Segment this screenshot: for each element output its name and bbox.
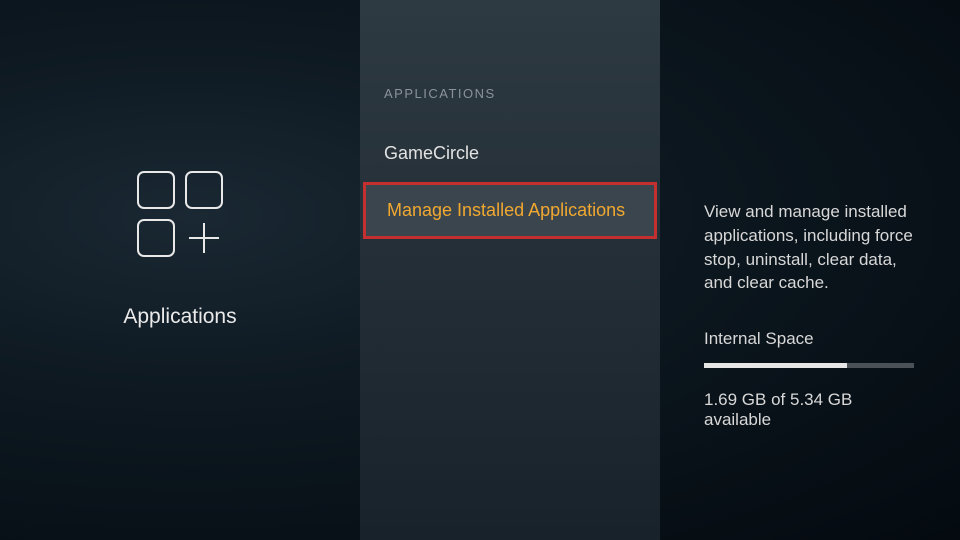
icon-row — [137, 219, 223, 257]
menu-description: View and manage installed applications, … — [704, 200, 920, 295]
section-header: APPLICATIONS — [360, 86, 660, 125]
category-pane: Applications — [0, 0, 360, 540]
storage-progress-fill — [704, 363, 847, 368]
square-icon — [137, 219, 175, 257]
square-icon — [137, 171, 175, 209]
applications-icon — [137, 171, 223, 257]
icon-row — [137, 171, 223, 209]
square-icon — [185, 171, 223, 209]
plus-icon — [185, 219, 223, 257]
menu-pane: APPLICATIONS GameCircle Manage Installed… — [360, 0, 660, 540]
storage-available-text: 1.69 GB of 5.34 GB available — [704, 390, 920, 430]
menu-item-gamecircle[interactable]: GameCircle — [360, 125, 660, 182]
menu-item-manage-installed[interactable]: Manage Installed Applications — [363, 182, 657, 239]
detail-pane: View and manage installed applications, … — [660, 0, 960, 540]
internal-space-label: Internal Space — [704, 329, 920, 349]
category-title: Applications — [123, 305, 236, 329]
storage-progress-bar — [704, 363, 914, 368]
